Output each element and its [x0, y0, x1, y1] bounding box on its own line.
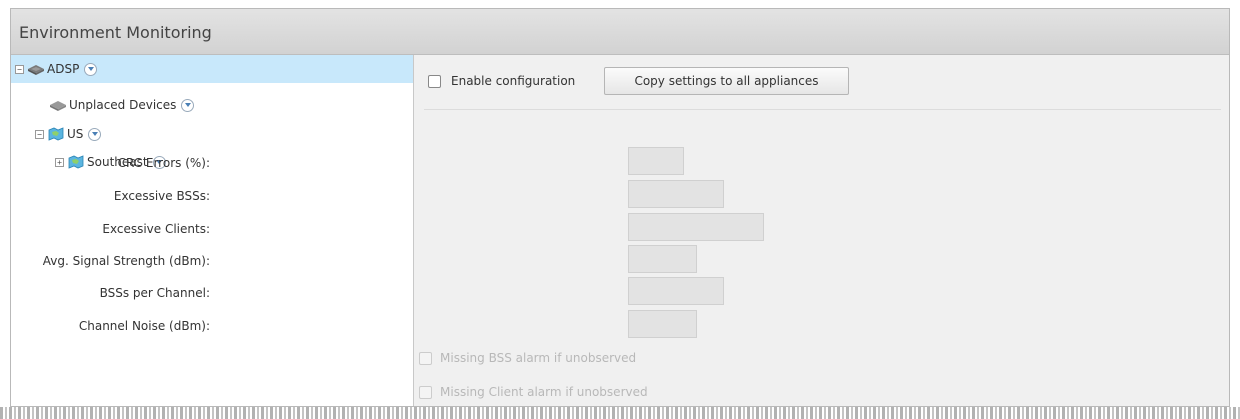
chevron-down-icon[interactable]	[84, 62, 98, 76]
expand-icon[interactable]: +	[55, 157, 64, 167]
missing-bss-alarm-checkbox[interactable]	[419, 351, 432, 365]
copy-settings-button[interactable]: Copy settings to all appliances	[604, 67, 849, 95]
excessive-bss-label: Excessive BSSs:	[113, 189, 210, 203]
panel-title-bar: Environment Monitoring	[11, 9, 1229, 55]
tree-node-label: ADSP	[47, 62, 80, 76]
enable-configuration-checkbox[interactable]	[428, 74, 441, 88]
excessive-clients-label: Excessive Clients:	[102, 222, 210, 236]
bss-per-channel-input[interactable]	[628, 277, 724, 305]
chevron-down-icon[interactable]	[88, 127, 102, 141]
device-gray-icon	[50, 101, 66, 111]
avg-signal-strength-label: Avg. Signal Strength (dBm):	[42, 254, 210, 268]
torn-edge	[0, 407, 1240, 419]
enable-configuration-row: Enable configuration	[428, 74, 575, 88]
excessive-bss-input[interactable]	[628, 180, 724, 208]
settings-content: Enable configuration Copy settings to al…	[43, 55, 1229, 406]
excessive-clients-input[interactable]	[628, 213, 764, 241]
map-region-icon	[68, 155, 84, 169]
tree-node-us[interactable]: − US	[35, 124, 102, 144]
crc-errors-input[interactable]	[628, 147, 684, 175]
channel-noise-input[interactable]	[628, 310, 697, 338]
missing-bss-alarm-row: Missing BSS alarm if unobserved	[419, 351, 636, 365]
tree-node-label: US	[67, 127, 84, 141]
collapse-icon[interactable]: −	[15, 64, 24, 74]
missing-bss-alarm-label: Missing BSS alarm if unobserved	[440, 351, 637, 365]
chevron-down-icon[interactable]	[181, 98, 195, 112]
map-region-icon	[48, 127, 64, 141]
tree-node-adsp[interactable]: − ADSP	[11, 55, 413, 83]
tree-node-label: Unplaced Devices	[69, 98, 177, 112]
enable-configuration-label: Enable configuration	[451, 74, 576, 88]
site-tree: − ADSP Unplaced Devices − US + Southeast	[11, 55, 414, 406]
panel-title: Environment Monitoring	[19, 23, 212, 42]
missing-client-alarm-label: Missing Client alarm if unobserved	[440, 385, 648, 399]
network-device-icon	[28, 65, 44, 75]
channel-noise-label: Channel Noise (dBm):	[78, 319, 210, 333]
avg-signal-strength-input[interactable]	[628, 245, 697, 273]
divider	[424, 109, 1221, 110]
environment-monitoring-panel: Environment Monitoring − ADSP Unplaced D…	[10, 8, 1230, 407]
collapse-icon[interactable]: −	[35, 129, 44, 139]
tree-node-unplaced-devices[interactable]: Unplaced Devices	[49, 95, 195, 115]
bss-per-channel-label: BSSs per Channel:	[99, 286, 210, 300]
crc-errors-label: CRC Errors (%):	[117, 156, 210, 170]
missing-client-alarm-row: Missing Client alarm if unobserved	[419, 385, 648, 399]
missing-client-alarm-checkbox[interactable]	[419, 385, 432, 399]
